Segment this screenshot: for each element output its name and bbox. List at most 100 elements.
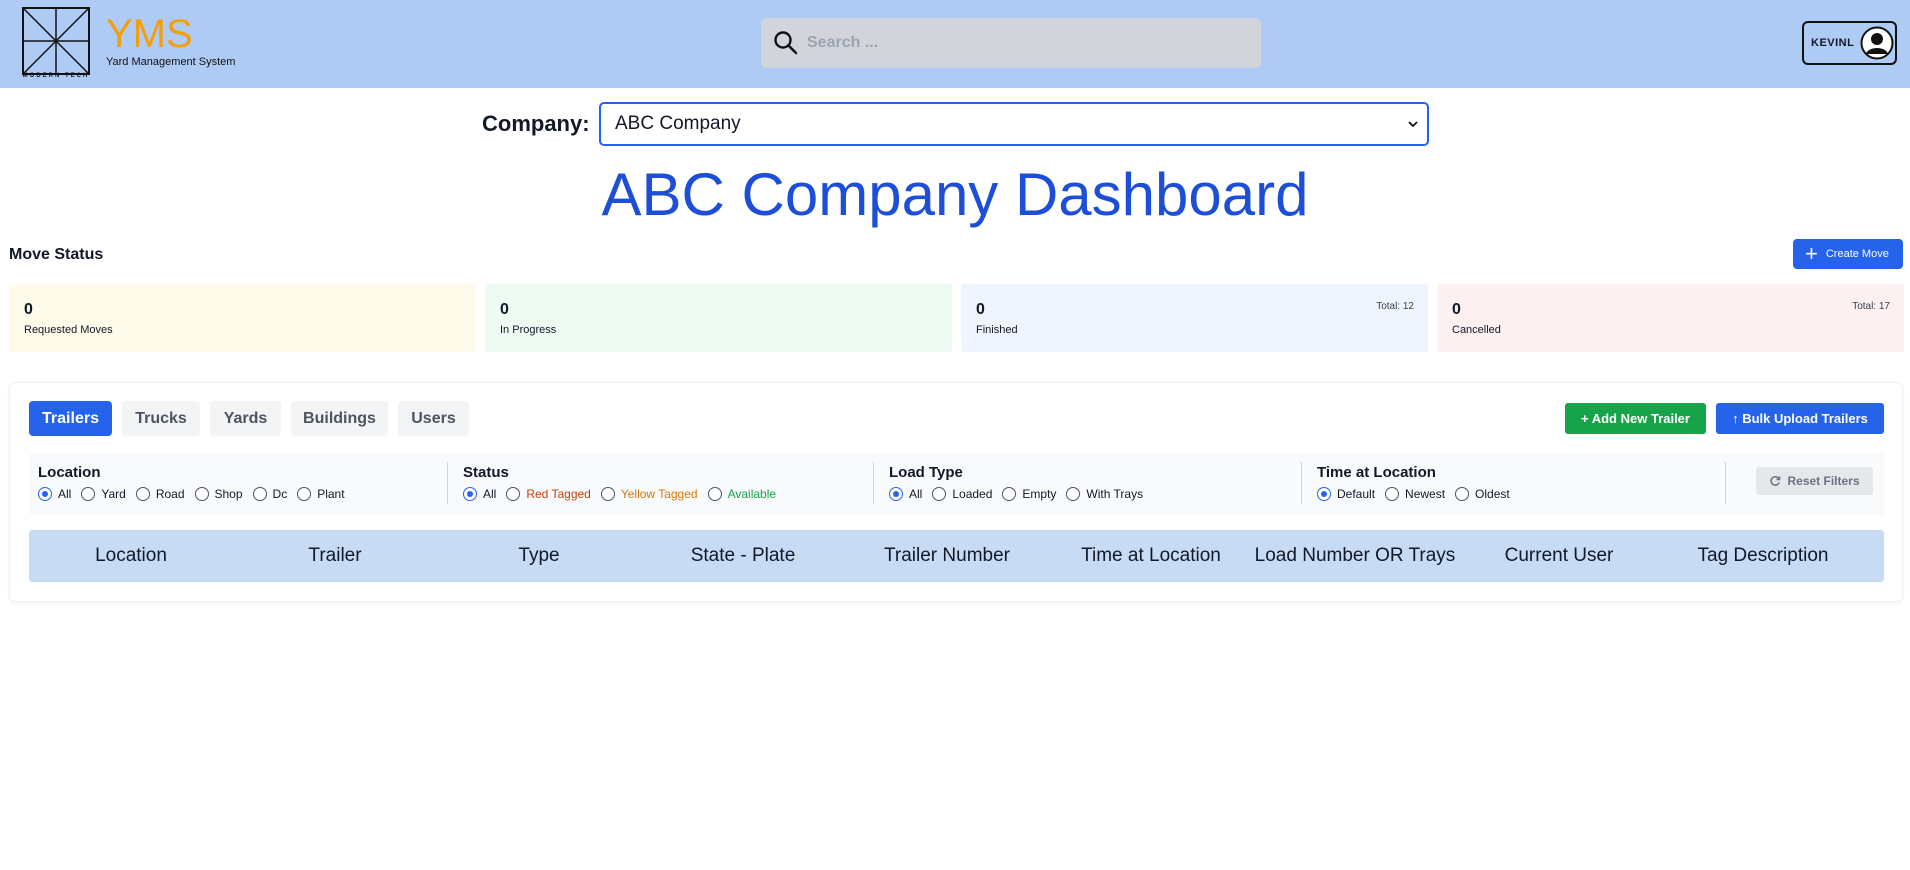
tab-trailers[interactable]: Trailers — [29, 401, 112, 436]
tab-buildings[interactable]: Buildings — [291, 401, 388, 436]
create-move-button[interactable]: + Create Move — [1793, 239, 1903, 269]
radio-button[interactable] — [252, 487, 267, 501]
page-title: ABC Company Dashboard — [601, 161, 1309, 228]
filter-options: Default Newest Oldest — [1317, 487, 1520, 501]
radio-location-all[interactable]: All — [38, 487, 71, 501]
filter-time-at-location: Time at Location Default Newest Oldest — [1308, 453, 1726, 515]
filter-divider — [873, 462, 874, 504]
radio-location-plant[interactable]: Plant — [297, 487, 345, 501]
radio-button[interactable] — [38, 487, 52, 501]
column-header[interactable]: Type — [437, 530, 641, 582]
column-header[interactable]: Trailer Number — [845, 530, 1049, 582]
brand-subtitle: Yard Management System — [106, 56, 236, 68]
tab-trucks[interactable]: Trucks — [122, 401, 200, 436]
logo-mark-icon — [24, 9, 88, 73]
filter-options: All Red Tagged Yellow Tagged Available — [463, 487, 786, 501]
filter-title: Time at Location — [1317, 464, 1436, 481]
filter-options: All Yard Road Shop Dc Plant — [38, 487, 355, 501]
bulk-upload-trailers-button[interactable]: ↑ Bulk Upload Trailers — [1716, 403, 1884, 434]
company-select[interactable]: ABC Company — [599, 102, 1429, 146]
radio-button[interactable] — [135, 487, 150, 501]
radio-button[interactable] — [1317, 487, 1331, 501]
brand-name: YMS — [106, 12, 193, 56]
column-header[interactable]: Location — [29, 530, 233, 582]
radio-location-yard[interactable]: Yard — [81, 487, 126, 501]
stat-label: Requested Moves — [24, 324, 113, 336]
reset-filters-button[interactable]: Reset Filters — [1756, 467, 1873, 495]
radio-label: With Trays — [1086, 487, 1144, 501]
radio-label: Oldest — [1475, 487, 1510, 501]
filter-title: Location — [38, 464, 101, 481]
radio-button[interactable] — [297, 487, 312, 501]
radio-label: Empty — [1022, 487, 1057, 501]
tab-yards[interactable]: Yards — [210, 401, 281, 436]
radio-button[interactable] — [463, 487, 477, 501]
add-new-trailer-button[interactable]: + Add New Trailer — [1565, 403, 1706, 434]
radio-label: Shop — [214, 487, 243, 501]
radio-button[interactable] — [506, 487, 521, 501]
stat-count: 0 — [24, 301, 33, 318]
radio-button[interactable] — [889, 487, 903, 501]
filter-status: Status All Red Tagged Yellow Tagged Avai… — [454, 453, 872, 515]
radio-button[interactable] — [81, 487, 96, 501]
radio-location-shop[interactable]: Shop — [194, 487, 243, 501]
stat-card-cancelled[interactable]: 0 Cancelled Total: 17 — [1437, 284, 1904, 352]
stat-card-finished[interactable]: 0 Finished Total: 12 — [961, 284, 1428, 352]
radio-time-oldest[interactable]: Oldest — [1455, 487, 1510, 501]
column-header[interactable]: Trailer — [233, 530, 437, 582]
radio-load-empty[interactable]: Empty — [1002, 487, 1056, 501]
radio-location-road[interactable]: Road — [135, 487, 185, 501]
radio-button[interactable] — [707, 487, 722, 501]
column-header[interactable]: Tag Description — [1661, 530, 1865, 582]
username-label: KEVINL — [1811, 37, 1855, 49]
radio-status-available[interactable]: Available — [707, 487, 776, 501]
stat-card-requested[interactable]: 0 Requested Moves — [9, 284, 476, 352]
stat-count: 0 — [1452, 301, 1461, 318]
radio-label: Default — [1337, 487, 1376, 501]
radio-button[interactable] — [600, 487, 615, 501]
radio-time-default[interactable]: Default — [1317, 487, 1375, 501]
radio-status-all[interactable]: All — [463, 487, 496, 501]
column-header[interactable]: Current User — [1457, 530, 1661, 582]
radio-label: Newest — [1405, 487, 1446, 501]
company-selected-value: ABC Company — [615, 113, 741, 134]
user-menu-button[interactable]: KEVINL — [1802, 21, 1897, 65]
radio-load-loaded[interactable]: Loaded — [932, 487, 992, 501]
column-header[interactable]: Load Number OR Trays — [1253, 530, 1457, 582]
radio-button[interactable] — [1066, 487, 1081, 501]
search-bar[interactable] — [761, 18, 1261, 68]
column-header[interactable]: State - Plate — [641, 530, 845, 582]
move-status-heading: Move Status — [9, 246, 104, 263]
radio-status-red-tagged[interactable]: Red Tagged — [506, 487, 591, 501]
radio-button[interactable] — [932, 487, 947, 501]
radio-button[interactable] — [1385, 487, 1400, 501]
filter-options: All Loaded Empty With Trays — [889, 487, 1153, 501]
radio-label: All — [909, 487, 923, 501]
radio-label: Loaded — [952, 487, 993, 501]
tab-users[interactable]: Users — [398, 401, 469, 436]
radio-button[interactable] — [194, 487, 209, 501]
filter-divider — [1301, 462, 1302, 504]
radio-label: All — [483, 487, 497, 501]
search-input[interactable] — [807, 18, 1247, 68]
reset-filters-label: Reset Filters — [1787, 474, 1860, 488]
company-logo[interactable] — [22, 7, 90, 75]
create-move-label: Create Move — [1825, 248, 1889, 260]
chevron-down-icon — [1408, 121, 1418, 128]
radio-time-newest[interactable]: Newest — [1385, 487, 1445, 501]
radio-button[interactable] — [1002, 487, 1017, 501]
filter-load-type: Load Type All Loaded Empty With Trays — [880, 453, 1298, 515]
filter-title: Status — [463, 464, 509, 481]
stat-total: Total: 17 — [1852, 301, 1890, 312]
radio-label: Yard — [101, 487, 126, 501]
radio-load-with-trays[interactable]: With Trays — [1066, 487, 1143, 501]
radio-location-dc[interactable]: Dc — [252, 487, 287, 501]
radio-button[interactable] — [1455, 487, 1470, 501]
radio-status-yellow-tagged[interactable]: Yellow Tagged — [600, 487, 698, 501]
radio-load-all[interactable]: All — [889, 487, 922, 501]
refresh-icon — [1770, 476, 1781, 486]
stat-card-in-progress[interactable]: 0 In Progress — [485, 284, 952, 352]
stat-count: 0 — [976, 301, 985, 318]
column-header[interactable]: Time at Location — [1049, 530, 1253, 582]
filter-divider — [447, 462, 448, 504]
